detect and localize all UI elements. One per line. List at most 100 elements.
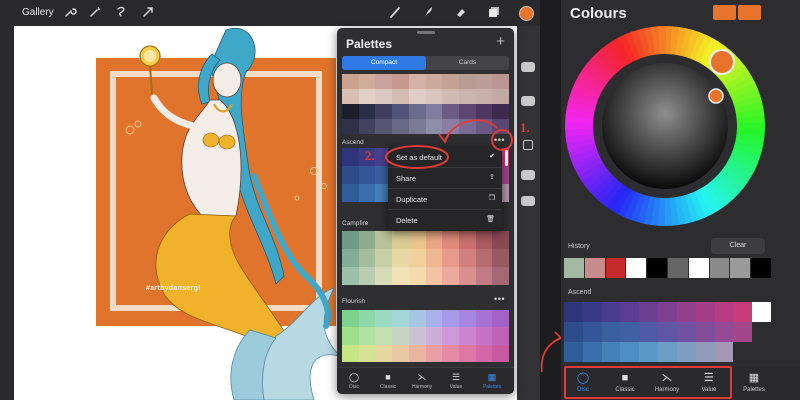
color-swatch[interactable] xyxy=(582,322,602,342)
color-swatch[interactable] xyxy=(425,119,443,134)
tab-palettes[interactable]: ▦ Palettes xyxy=(477,371,507,390)
color-swatch[interactable] xyxy=(358,327,376,345)
menu-item-delete[interactable]: Delete xyxy=(396,216,418,225)
color-swatch[interactable] xyxy=(358,119,376,134)
color-swatch[interactable] xyxy=(425,89,443,104)
menu-item-duplicate[interactable]: Duplicate xyxy=(396,195,427,204)
color-swatch[interactable] xyxy=(425,249,443,267)
color-swatch[interactable] xyxy=(564,302,583,322)
color-swatch[interactable] xyxy=(733,322,753,342)
color-swatch[interactable] xyxy=(442,231,459,249)
color-swatch[interactable] xyxy=(375,119,393,134)
color-swatch[interactable] xyxy=(408,89,426,104)
color-swatch[interactable] xyxy=(751,258,771,278)
color-swatch[interactable] xyxy=(392,327,409,345)
color-swatch[interactable] xyxy=(676,322,696,342)
color-swatch[interactable] xyxy=(605,258,626,278)
color-swatch[interactable] xyxy=(733,342,753,362)
color-swatch[interactable] xyxy=(408,327,426,345)
color-swatch[interactable] xyxy=(342,74,359,89)
color-swatch[interactable] xyxy=(601,342,621,362)
color-swatch[interactable] xyxy=(658,302,677,322)
color-swatch[interactable] xyxy=(342,89,359,104)
color-swatch[interactable] xyxy=(342,327,359,345)
color-swatch[interactable] xyxy=(425,327,443,345)
color-swatch[interactable] xyxy=(458,119,476,134)
brush-icon[interactable] xyxy=(387,5,403,21)
color-swatch[interactable] xyxy=(695,322,715,342)
color-swatch[interactable] xyxy=(342,184,359,202)
color-swatch[interactable] xyxy=(442,344,459,362)
color-swatch[interactable] xyxy=(408,267,426,285)
color-swatch[interactable] xyxy=(408,231,426,249)
color-swatch[interactable] xyxy=(375,89,393,104)
color-swatch[interactable] xyxy=(709,258,730,278)
colour-disc[interactable] xyxy=(561,22,800,242)
color-swatch[interactable] xyxy=(582,342,602,362)
color-swatch[interactable] xyxy=(564,322,583,342)
color-swatch[interactable] xyxy=(442,104,459,119)
color-swatch[interactable] xyxy=(492,119,509,134)
color-swatch[interactable] xyxy=(375,267,393,285)
color-swatch[interactable] xyxy=(458,104,476,119)
color-swatch[interactable] xyxy=(475,327,493,345)
color-swatch[interactable] xyxy=(730,258,751,278)
primary-color-swatch[interactable] xyxy=(713,5,736,20)
color-swatch[interactable] xyxy=(342,148,359,166)
color-swatch[interactable] xyxy=(392,104,409,119)
color-swatch[interactable] xyxy=(408,74,426,89)
color-swatch[interactable] xyxy=(358,184,376,202)
tab-value[interactable]: ☰ Value xyxy=(441,371,471,390)
eraser-icon[interactable] xyxy=(453,5,469,21)
plus-icon[interactable]: + xyxy=(496,33,505,50)
more-dots-icon[interactable]: ••• xyxy=(494,294,505,304)
brush-size-slider-end[interactable] xyxy=(521,96,535,106)
color-swatch[interactable] xyxy=(620,322,640,342)
color-swatch[interactable] xyxy=(475,74,493,89)
color-swatch[interactable] xyxy=(492,74,509,89)
color-swatch[interactable] xyxy=(458,89,476,104)
color-swatch[interactable] xyxy=(442,89,459,104)
transform-arrow-icon[interactable] xyxy=(140,5,156,21)
clear-history-button[interactable]: Clear xyxy=(711,238,765,254)
color-swatch[interactable] xyxy=(714,322,734,342)
color-swatch[interactable] xyxy=(492,89,509,104)
selection-icon[interactable] xyxy=(113,5,129,21)
color-swatch[interactable] xyxy=(667,258,688,278)
color-swatch[interactable] xyxy=(375,104,393,119)
color-swatch[interactable] xyxy=(342,267,359,285)
color-swatch[interactable] xyxy=(392,310,409,328)
color-swatch[interactable] xyxy=(475,344,493,362)
color-swatch[interactable] xyxy=(342,344,359,362)
color-swatch[interactable] xyxy=(375,310,393,328)
color-swatch[interactable] xyxy=(358,344,376,362)
color-swatch[interactable] xyxy=(564,342,583,362)
secondary-color-swatch[interactable] xyxy=(738,5,761,20)
color-swatch[interactable] xyxy=(425,104,443,119)
color-swatch[interactable] xyxy=(408,249,426,267)
color-swatch[interactable] xyxy=(688,258,709,278)
color-swatch[interactable] xyxy=(342,310,359,328)
color-swatch[interactable] xyxy=(620,342,640,362)
color-swatch[interactable] xyxy=(375,249,393,267)
color-swatch[interactable] xyxy=(358,89,376,104)
opacity-slider-end[interactable] xyxy=(521,196,535,206)
color-swatch[interactable] xyxy=(647,258,667,278)
color-swatch[interactable] xyxy=(620,302,640,322)
color-swatch[interactable] xyxy=(358,104,376,119)
color-swatch[interactable] xyxy=(714,342,734,362)
tab-classic[interactable]: ■ Classic xyxy=(373,371,403,390)
color-swatch[interactable] xyxy=(458,267,476,285)
more-dots-icon[interactable]: ••• xyxy=(494,135,505,145)
color-swatch[interactable] xyxy=(676,302,696,322)
color-swatch[interactable] xyxy=(375,344,393,362)
color-swatch[interactable] xyxy=(442,249,459,267)
color-swatch[interactable] xyxy=(408,119,426,134)
color-swatch[interactable] xyxy=(626,258,647,278)
color-swatch[interactable] xyxy=(442,119,459,134)
color-swatch[interactable] xyxy=(695,342,715,362)
color-swatch[interactable] xyxy=(475,267,493,285)
color-swatch[interactable] xyxy=(639,302,659,322)
color-swatch[interactable] xyxy=(492,231,509,249)
color-swatch[interactable] xyxy=(475,89,493,104)
